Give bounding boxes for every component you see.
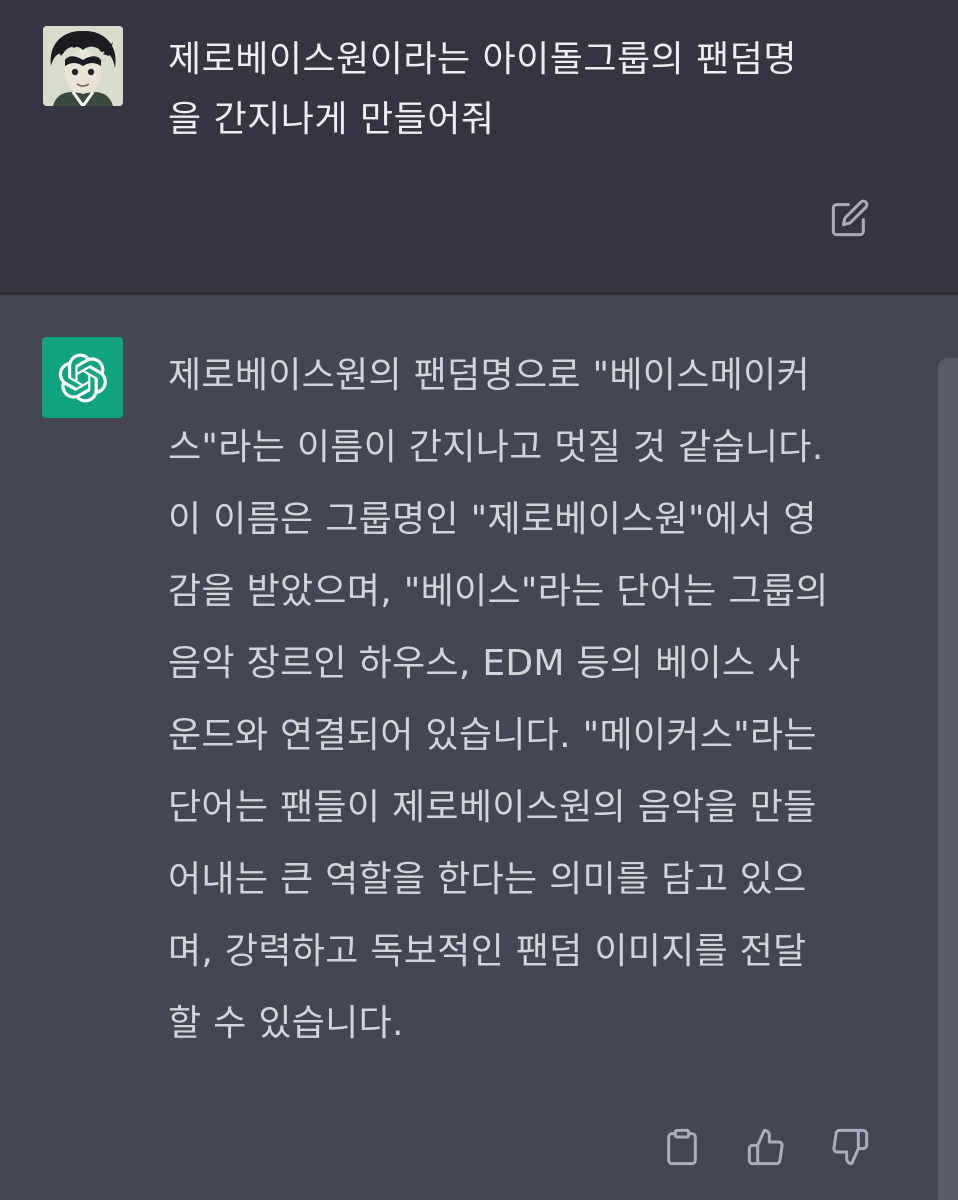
user-message-line: 제로베이스원이라는 아이돌그룹의 팬덤명 (168, 39, 798, 80)
thumbs-down-icon (832, 1128, 869, 1166)
edit-icon (831, 199, 869, 237)
thumbs-up-button[interactable] (742, 1123, 790, 1171)
thumbs-down-button[interactable] (826, 1123, 874, 1171)
thumbs-up-icon (747, 1128, 784, 1166)
assistant-avatar (42, 337, 123, 418)
assistant-line: 단어는 팬들이 제로베이스원의 음악을 만들 (168, 787, 817, 828)
copy-button[interactable] (658, 1123, 706, 1171)
openai-logo-icon (58, 353, 107, 402)
clipboard-icon (667, 1128, 697, 1166)
user-message-block: 제로베이스원이라는 아이돌그룹의 팬덤명 을 간지나게 만들어줘 (0, 0, 958, 292)
assistant-message-text: 제로베이스원의 팬덤명으로 "베이스메이커 스"라는 이름이 간지나고 멋질 것… (168, 340, 888, 1060)
user-message-text: 제로베이스원이라는 아이돌그룹의 팬덤명 을 간지나게 만들어줘 (168, 30, 888, 150)
assistant-message-block: 제로베이스원의 팬덤명으로 "베이스메이커 스"라는 이름이 간지나고 멋질 것… (0, 295, 958, 1200)
scrollbar[interactable] (938, 358, 958, 1200)
user-message-line: 을 간지나게 만들어줘 (168, 99, 495, 140)
assistant-line: 이 이름은 그룹명인 "제로베이스원"에서 영 (168, 499, 817, 540)
assistant-line: 할 수 있습니다. (168, 1003, 404, 1044)
assistant-line: 운드와 연결되어 있습니다. "메이커스"라는 (168, 715, 817, 756)
assistant-line: 감을 받았으며, "베이스"라는 단어는 그룹의 (168, 571, 829, 612)
assistant-line: 음악 장르인 하우스, EDM 등의 베이스 사 (168, 643, 801, 684)
message-actions (658, 1123, 874, 1171)
user-avatar (43, 26, 123, 106)
edit-message-button[interactable] (828, 196, 872, 240)
assistant-line: 스"라는 이름이 간지나고 멋질 것 같습니다. (168, 427, 824, 468)
assistant-line: 제로베이스원의 팬덤명으로 "베이스메이커 (168, 355, 810, 396)
assistant-line: 며, 강력하고 독보적인 팬덤 이미지를 전달 (168, 931, 807, 972)
assistant-line: 어내는 큰 역할을 한다는 의미를 담고 있으 (168, 859, 807, 900)
